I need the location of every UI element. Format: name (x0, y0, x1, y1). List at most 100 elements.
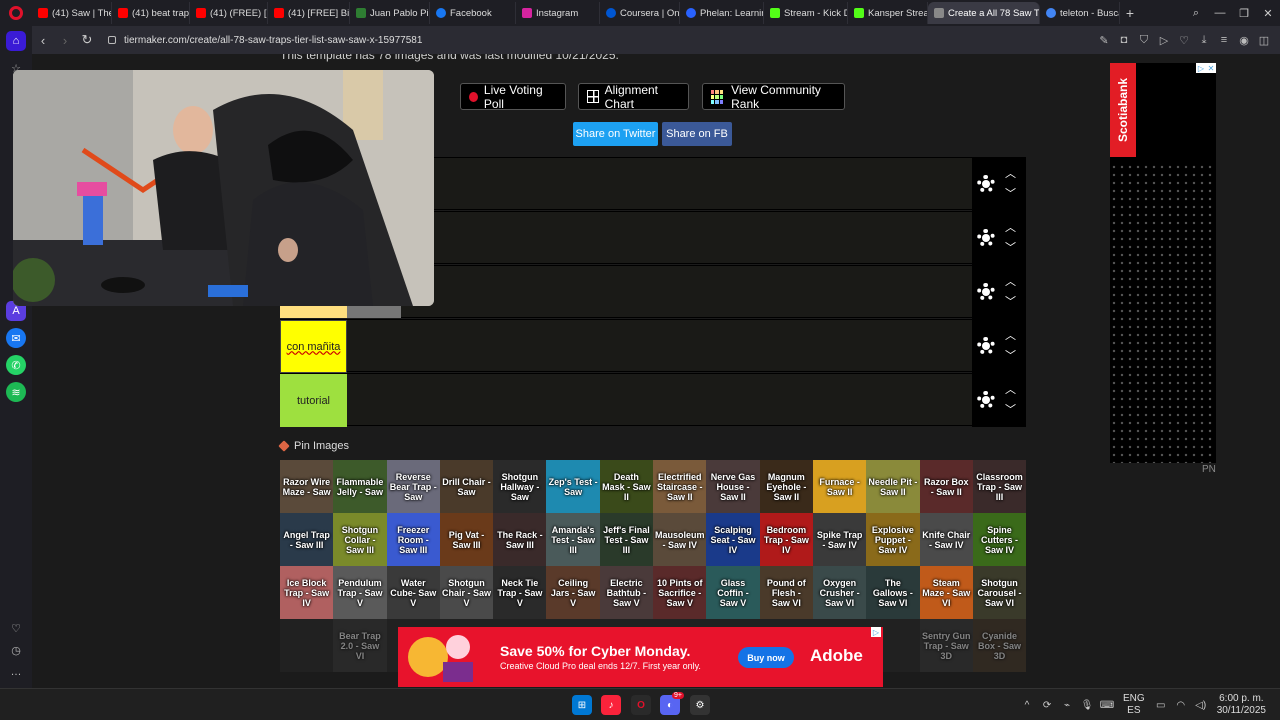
tab-facebook[interactable]: Facebook (430, 2, 516, 24)
chevron-up-icon[interactable]: ^ (1017, 700, 1037, 711)
spotify-icon[interactable]: ≋ (6, 382, 26, 402)
trap-image[interactable]: Pound of Flesh - Saw VI (759, 566, 813, 619)
dragged-image[interactable] (347, 306, 401, 318)
trap-image[interactable]: Shotgun Carousel - Saw VI (972, 566, 1027, 619)
trap-image[interactable]: Shotgun Chair - Saw V (439, 566, 494, 619)
trap-image[interactable]: Razor Wire Maze - Saw (280, 460, 334, 513)
trap-image[interactable]: Water Cube- Saw V (386, 566, 440, 619)
ad-info-icon[interactable]: ▷ (1196, 63, 1206, 73)
chevron-down-icon[interactable]: ﹀ (1005, 296, 1016, 308)
chevron-up-icon[interactable]: ︿ (1005, 276, 1016, 288)
home-icon[interactable]: ⌂ (6, 31, 26, 51)
display-icon[interactable]: ▭ (1151, 700, 1171, 711)
ad-info-icon[interactable]: ▷ (871, 627, 881, 637)
steam-icon[interactable]: ⚙ (690, 695, 710, 715)
trap-image[interactable]: Razor Box - Saw II (919, 460, 973, 513)
gear-icon[interactable] (977, 283, 995, 301)
gear-icon[interactable] (977, 175, 995, 193)
tab-instagram[interactable]: Instagram (516, 2, 600, 24)
windows-start-icon[interactable]: ⊞ (572, 695, 592, 715)
tab-coursera[interactable]: Coursera | Onlin (600, 2, 680, 24)
buy-now-button[interactable]: Buy now (738, 647, 794, 668)
trap-image[interactable]: Death Mask - Saw II (599, 460, 654, 513)
trap-image[interactable]: The Gallows - Saw VI (866, 566, 920, 619)
trap-image[interactable]: Explosive Puppet - Saw IV (866, 513, 920, 566)
reload-icon[interactable]: ↻ (76, 32, 98, 48)
trap-image[interactable]: Pig Vat - Saw III (439, 513, 494, 566)
extensions-icon[interactable]: ◫ (1254, 34, 1274, 47)
trap-image[interactable]: Furnace - Saw II (812, 460, 867, 513)
trap-image[interactable]: Drill Chair - Saw (439, 460, 494, 513)
trap-image[interactable]: Flammable Jelly - Saw (333, 460, 387, 513)
trap-image[interactable]: Steam Maze - Saw VI (919, 566, 973, 619)
trap-image[interactable]: Angel Trap - Saw III (280, 513, 334, 566)
trap-image[interactable]: Mausoleum - Saw IV (653, 513, 707, 566)
search-tabs-icon[interactable]: ⌕ (1184, 7, 1208, 20)
chevron-down-icon[interactable]: ﹀ (1005, 404, 1016, 416)
trap-image[interactable]: Bear Trap 2.0 - Saw VI (333, 619, 387, 672)
tab-2[interactable]: (41) beat trap dr (112, 2, 190, 24)
tab-1[interactable]: (41) Saw | The B (32, 2, 112, 24)
trap-image[interactable]: Bedroom Trap - Saw IV (759, 513, 813, 566)
trap-image[interactable]: Shotgun Collar - Saw III (333, 513, 387, 566)
chevron-down-icon[interactable]: ﹀ (1005, 188, 1016, 200)
download-icon[interactable]: ⤓ (1194, 34, 1214, 47)
volume-icon[interactable]: ◁) (1191, 700, 1211, 711)
chevron-down-icon[interactable]: ﹀ (1005, 350, 1016, 362)
chevron-down-icon[interactable]: ﹀ (1005, 242, 1016, 254)
sync-icon[interactable]: ⟳ (1037, 700, 1057, 711)
tab-kick-2[interactable]: Kansper Stream (848, 2, 928, 24)
profile-icon[interactable]: ◉ (1234, 34, 1254, 47)
trap-image[interactable]: Needle Pit - Saw II (866, 460, 920, 513)
community-rank-button[interactable]: View Community Rank (702, 83, 845, 111)
opera-logo[interactable] (0, 0, 32, 26)
chevron-up-icon[interactable]: ︿ (1005, 222, 1016, 234)
menu-icon[interactable]: ≡ (1214, 34, 1234, 47)
edit-icon[interactable]: ✎ (1094, 34, 1114, 47)
wifi-icon[interactable]: ◠ (1171, 700, 1191, 711)
back-icon[interactable]: ‹ (32, 33, 54, 48)
tab-3[interactable]: (41) (FREE) [HAR (190, 2, 268, 24)
trap-image[interactable]: 10 Pints of Sacrifice - Saw V (653, 566, 707, 619)
gear-icon[interactable] (977, 337, 995, 355)
trap-image[interactable]: Spike Trap - Saw IV (812, 513, 867, 566)
music-app-icon[interactable]: ♪ (601, 695, 621, 715)
trap-image[interactable]: Cyanide Box - Saw 3D (972, 619, 1027, 672)
heart-icon[interactable]: ♡ (1174, 34, 1194, 47)
maximize-icon[interactable]: ❐ (1232, 7, 1256, 20)
messenger-icon[interactable]: ✉ (6, 328, 26, 348)
trap-image[interactable]: Pendulum Trap - Saw V (333, 566, 387, 619)
trap-image[interactable]: Knife Chair - Saw IV (919, 513, 973, 566)
minimize-icon[interactable]: — (1208, 7, 1232, 19)
trap-image[interactable]: Classroom Trap - Saw III (972, 460, 1027, 513)
trap-image[interactable]: Magnum Eyehole - Saw II (759, 460, 813, 513)
trap-image[interactable]: The Rack - Saw III (493, 513, 547, 566)
trap-image[interactable]: Electric Bathtub - Saw V (599, 566, 654, 619)
tab-kick-1[interactable]: Stream - Kick Da (764, 2, 848, 24)
alignment-chart-button[interactable]: Alignment Chart (578, 83, 689, 111)
history-icon[interactable]: ◷ (6, 640, 26, 660)
camera-icon[interactable]: ◘ (1114, 34, 1134, 47)
heart-icon[interactable]: ♡ (6, 618, 26, 638)
close-icon[interactable]: ✕ (1256, 7, 1280, 20)
share-twitter-button[interactable]: Share on Twitter (573, 122, 658, 146)
trap-image[interactable]: Jeff's Final Test - Saw III (599, 513, 654, 566)
network-icon[interactable]: ⌁ (1057, 700, 1077, 711)
tier-label[interactable]: tutorial (280, 374, 347, 427)
trap-image[interactable]: Nerve Gas House - Saw II (706, 460, 760, 513)
scotiabank-ad[interactable]: Scotiabank ▷ ✕ (1110, 63, 1216, 463)
play-icon[interactable]: ▷ (1154, 34, 1174, 47)
trap-image[interactable]: Spine Cutters - Saw IV (972, 513, 1027, 566)
tier-label-editing[interactable]: con mañita (280, 320, 347, 373)
chevron-up-icon[interactable]: ︿ (1005, 384, 1016, 396)
share-facebook-button[interactable]: Share on FB (662, 122, 732, 146)
trap-image[interactable]: Amanda's Test - Saw III (546, 513, 600, 566)
pin-images-toggle[interactable]: Pin Images (278, 440, 349, 452)
tab-phelan[interactable]: Phelan: Learning (680, 2, 764, 24)
new-tab-icon[interactable]: + (1120, 5, 1140, 21)
trap-image[interactable]: Electrified Staircase - Saw II (653, 460, 707, 513)
keyboard-icon[interactable]: ⌨ (1097, 700, 1117, 711)
tab-4[interactable]: (41) [FREE] Big S (268, 2, 350, 24)
trap-image[interactable]: Ice Block Trap - Saw IV (280, 566, 334, 619)
trap-image[interactable]: Scalping Seat - Saw IV (706, 513, 760, 566)
